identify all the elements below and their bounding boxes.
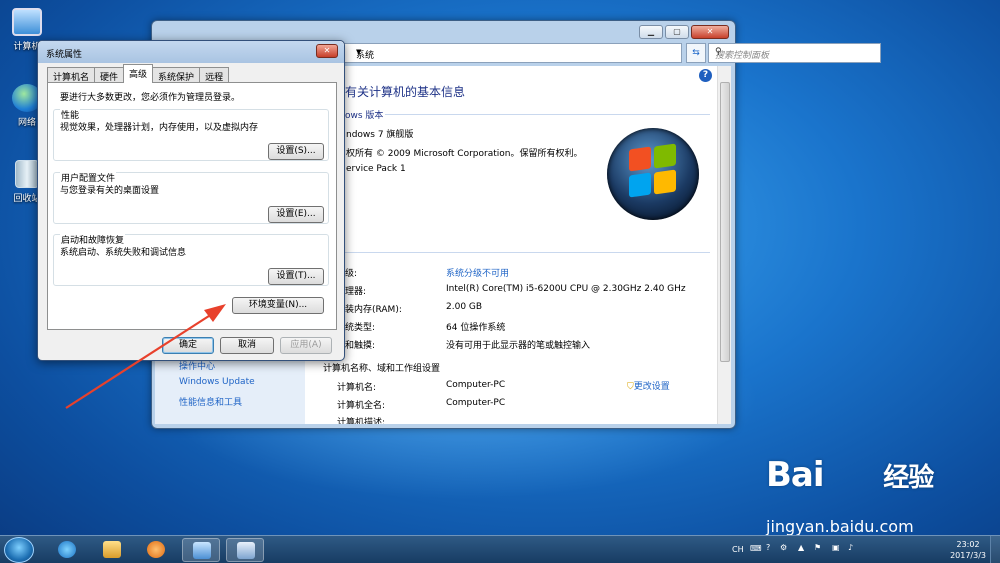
clock[interactable]: 23:02 2017/3/3 <box>950 539 986 561</box>
show-desktop-button[interactable] <box>990 536 1000 563</box>
arrow-head <box>204 304 226 322</box>
ie-icon <box>58 541 76 558</box>
taskbar-control-panel[interactable] <box>182 538 220 562</box>
taskbar-explorer[interactable] <box>93 538 131 562</box>
system-icon <box>237 542 255 559</box>
help-icon[interactable]: ? <box>766 543 770 552</box>
clock-date: 2017/3/3 <box>950 551 986 560</box>
keyboard-icon[interactable]: ⌨ <box>750 544 762 553</box>
watermark-url: jingyan.baidu.com <box>766 517 914 536</box>
taskbar-ie[interactable] <box>48 538 86 562</box>
ime-icon[interactable]: ⚙ <box>780 543 787 552</box>
taskbar: CH ⌨ ? ⚙ ▲ ⚑ ▣ ♪ 23:02 2017/3/3 <box>0 535 1000 563</box>
volume-icon[interactable]: ♪ <box>848 543 853 552</box>
language-indicator[interactable]: CH <box>732 545 744 554</box>
chevron-up-icon[interactable]: ▲ <box>798 543 804 552</box>
watermark-brand: Bai <box>766 455 825 495</box>
control-panel-icon <box>193 542 211 559</box>
arrow-shaft <box>65 313 213 409</box>
flag-icon[interactable]: ⚑ <box>814 543 821 552</box>
media-player-icon <box>147 541 165 558</box>
network-tray-icon[interactable]: ▣ <box>832 543 840 552</box>
taskbar-media-player[interactable] <box>137 538 175 562</box>
watermark-brand-2: 经验 <box>883 463 934 493</box>
start-button[interactable] <box>4 537 34 563</box>
clock-time: 23:02 <box>956 540 980 549</box>
folder-icon <box>103 541 121 558</box>
tab-advanced[interactable]: 高级 <box>123 64 154 83</box>
baidu-watermark: Bai 经验 jingyan.baidu.com <box>766 455 934 536</box>
taskbar-system-properties[interactable] <box>226 538 264 562</box>
